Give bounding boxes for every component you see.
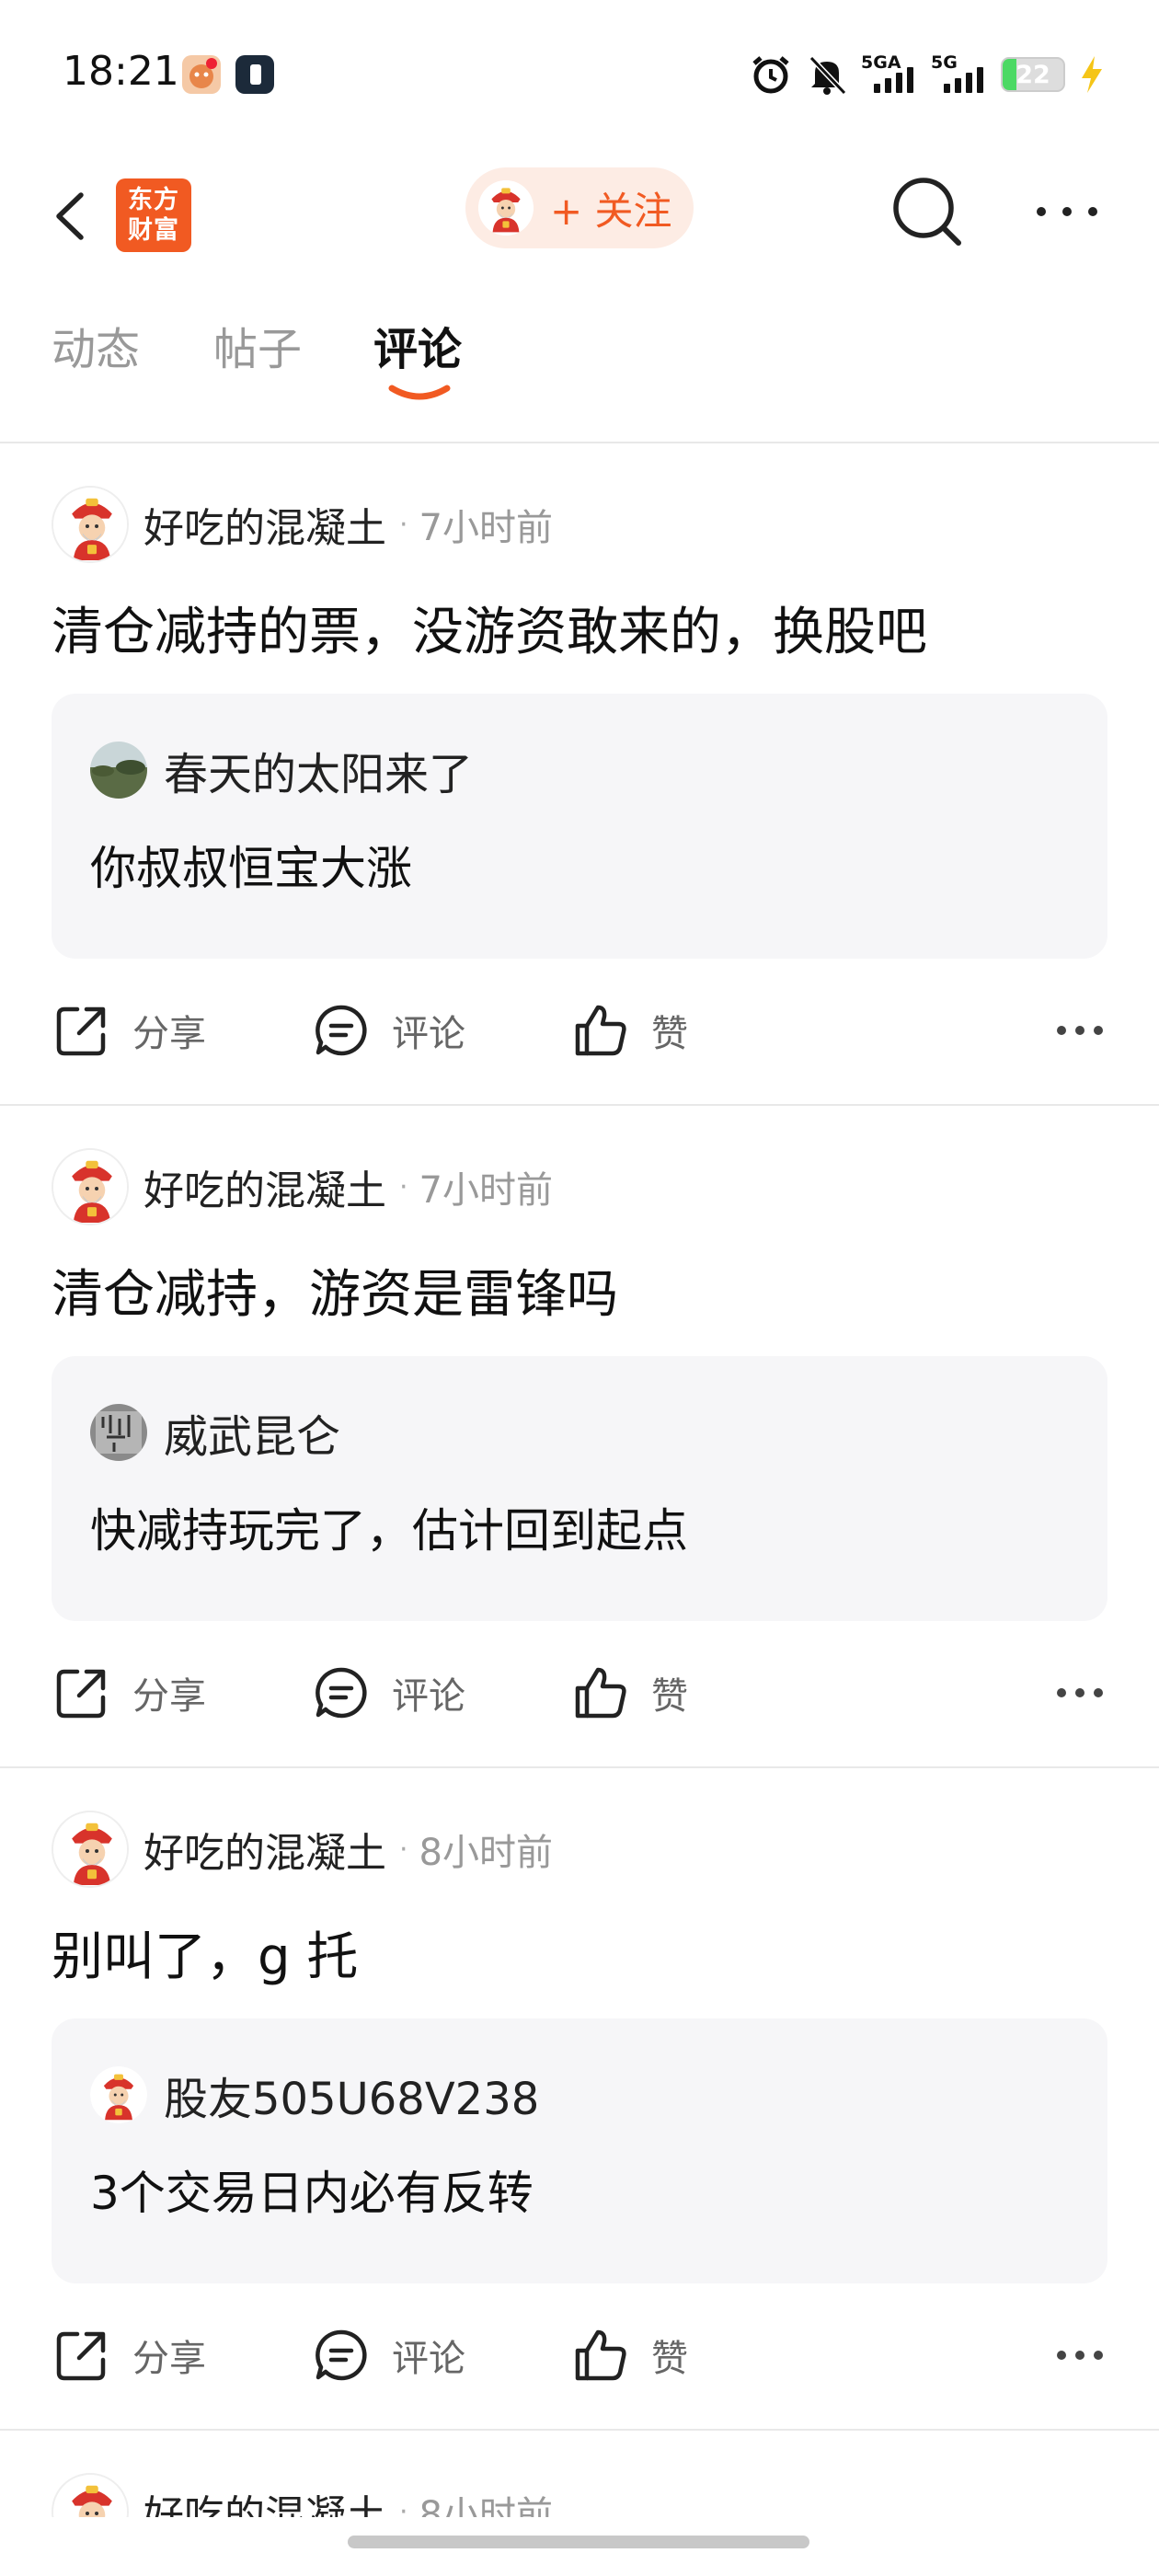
- quoted-username[interactable]: 威武昆仑: [164, 1400, 340, 1465]
- share-icon: [52, 2325, 112, 2386]
- share-button[interactable]: 分享: [52, 2318, 206, 2392]
- mute-bell-icon: [809, 55, 847, 96]
- more-icon[interactable]: [1052, 1012, 1107, 1049]
- separator-dot: ·: [399, 2495, 408, 2518]
- signal-5ga-icon: 5GA: [861, 52, 918, 97]
- follow-button[interactable]: + 关注: [465, 167, 694, 248]
- comment-card[interactable]: 好吃的混凝土 · 7小时前 清仓减持的票，没游资敢来的，换股吧 春天的太阳来了 …: [0, 443, 1159, 1106]
- more-icon[interactable]: [1052, 1674, 1107, 1711]
- share-icon: [52, 1000, 112, 1061]
- eastmoney-logo[interactable]: 东方 财富: [116, 178, 191, 252]
- thumbs-up-icon: [570, 1662, 631, 1723]
- action-bar: 分享 评论 赞: [52, 1656, 1107, 1730]
- post-time: 8小时前: [419, 2494, 553, 2517]
- like-label: 赞: [651, 1675, 688, 1718]
- like-label: 赞: [651, 1013, 688, 1055]
- comment-label: 评论: [392, 2338, 465, 2380]
- comment-card-partial[interactable]: 好吃的混凝土 · 8小时前: [0, 2431, 1159, 2517]
- home-indicator[interactable]: [348, 2536, 809, 2548]
- comment-text[interactable]: 别叫了，g 托: [52, 1915, 358, 1990]
- quoted-user-avatar: [90, 742, 147, 799]
- thumbs-up-icon: [570, 2325, 631, 2386]
- username[interactable]: 好吃的混凝土: [143, 495, 386, 554]
- share-button[interactable]: 分享: [52, 994, 206, 1067]
- share-label: 分享: [132, 1675, 206, 1718]
- status-bar: 18:21 5GA 5G 22: [0, 0, 1159, 147]
- user-avatar[interactable]: [52, 1148, 129, 1225]
- comment-label: 评论: [392, 1013, 465, 1055]
- quoted-text: 3个交易日内必有反转: [90, 2167, 534, 2220]
- thumbs-up-icon: [570, 1000, 631, 1061]
- status-time: 18:21: [63, 48, 179, 95]
- quoted-text: 你叔叔恒宝大涨: [90, 842, 412, 895]
- comment-button[interactable]: 评论: [311, 1656, 465, 1730]
- comment-button[interactable]: 评论: [311, 994, 465, 1067]
- share-label: 分享: [132, 1013, 206, 1055]
- username[interactable]: 好吃的混凝土: [143, 1820, 386, 1879]
- separator-dot: ·: [399, 1833, 408, 1866]
- post-time: 8小时前: [419, 1832, 553, 1874]
- follow-label: + 关注: [550, 188, 672, 234]
- comment-icon: [311, 1662, 372, 1723]
- quoted-username[interactable]: 股友505U68V238: [164, 2063, 539, 2127]
- active-tab-indicator: [388, 385, 451, 400]
- quoted-post[interactable]: 春天的太阳来了 你叔叔恒宝大涨: [52, 694, 1107, 959]
- user-avatar: [478, 180, 534, 236]
- user-avatar[interactable]: [52, 1811, 129, 1888]
- action-bar: 分享 评论 赞: [52, 2318, 1107, 2392]
- quoted-user-avatar: [90, 2066, 147, 2123]
- more-icon[interactable]: [1052, 2337, 1107, 2374]
- more-options-icon[interactable]: [1030, 193, 1104, 230]
- like-button[interactable]: 赞: [570, 1656, 688, 1730]
- tab-dynamics[interactable]: 动态: [52, 313, 140, 377]
- comment-text[interactable]: 清仓减持，游资是雷锋吗: [52, 1253, 618, 1328]
- app-notification-icon-2: [235, 55, 274, 94]
- tab-comments[interactable]: 评论: [373, 313, 462, 377]
- quoted-post[interactable]: 股友505U68V238 3个交易日内必有反转: [52, 2018, 1107, 2283]
- charging-bolt-icon: [1082, 56, 1102, 93]
- separator-dot: ·: [399, 508, 408, 541]
- top-navigation-bar: 东方 财富 + 关注: [0, 156, 1159, 267]
- post-time: 7小时前: [419, 1169, 553, 1212]
- comment-icon: [311, 1000, 372, 1061]
- share-label: 分享: [132, 2338, 206, 2380]
- share-icon: [52, 1662, 112, 1723]
- like-label: 赞: [651, 2338, 688, 2380]
- comment-label: 评论: [392, 1675, 465, 1718]
- comment-button[interactable]: 评论: [311, 2318, 465, 2392]
- battery-icon: 22: [1001, 57, 1065, 92]
- comment-card[interactable]: 好吃的混凝土 · 8小时前 别叫了，g 托 股友505U68V238 3个交易日…: [0, 1768, 1159, 2431]
- back-arrow-icon[interactable]: [46, 175, 101, 258]
- search-icon[interactable]: [885, 167, 968, 256]
- comment-icon: [311, 2325, 372, 2386]
- signal-5g-icon: 5G: [931, 52, 988, 97]
- like-button[interactable]: 赞: [570, 994, 688, 1067]
- comment-text[interactable]: 清仓减持的票，没游资敢来的，换股吧: [52, 591, 927, 665]
- tab-bar: 动态 帖子 评论: [0, 304, 1159, 442]
- app-notification-icon: [182, 55, 221, 94]
- share-button[interactable]: 分享: [52, 1656, 206, 1730]
- quoted-post[interactable]: 威武昆仑 快减持玩完了，估计回到起点: [52, 1356, 1107, 1621]
- quoted-user-avatar: [90, 1404, 147, 1461]
- quoted-text: 快减持玩完了，估计回到起点: [90, 1504, 688, 1558]
- quoted-username[interactable]: 春天的太阳来了: [164, 738, 473, 802]
- username[interactable]: 好吃的混凝土: [143, 2482, 386, 2517]
- user-avatar[interactable]: [52, 486, 129, 563]
- post-time: 7小时前: [419, 507, 553, 549]
- like-button[interactable]: 赞: [570, 2318, 688, 2392]
- separator-dot: ·: [399, 1170, 408, 1203]
- username[interactable]: 好吃的混凝土: [143, 1157, 386, 1216]
- user-avatar[interactable]: [52, 2473, 129, 2517]
- tab-posts[interactable]: 帖子: [213, 313, 302, 377]
- action-bar: 分享 评论 赞: [52, 994, 1107, 1067]
- alarm-icon: [752, 56, 789, 94]
- comment-card[interactable]: 好吃的混凝土 · 7小时前 清仓减持，游资是雷锋吗 威武昆仑 快减持玩完了，估计…: [0, 1106, 1159, 1768]
